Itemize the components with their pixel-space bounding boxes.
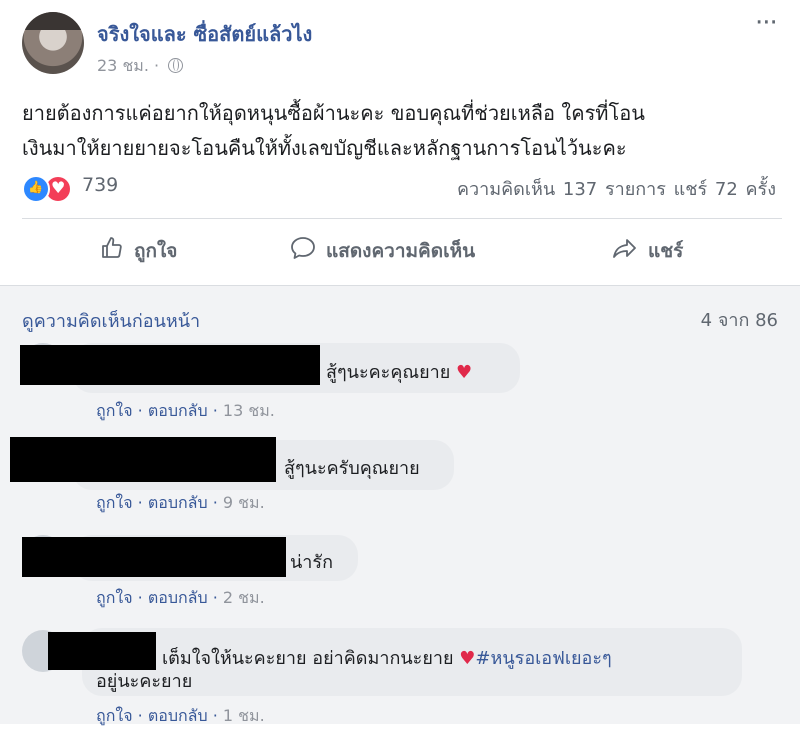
- comment-time[interactable]: 1 ชม.: [223, 706, 265, 725]
- comment-like-link[interactable]: ถูกใจ: [96, 401, 133, 420]
- share-arrow-icon: [612, 236, 638, 266]
- redacted-name: [48, 632, 156, 670]
- comment-text: สู้ๆนะคะคุณยาย ♥: [326, 357, 472, 386]
- globe-icon: [168, 58, 184, 73]
- comment-actions: ถูกใจ · ตอบกลับ · 1 ชม.: [96, 706, 265, 725]
- comments-count: 4 จาก 86: [700, 310, 778, 331]
- comment-text: เต็มใจให้นะคะยาย อย่าคิดมากนะยาย ♥#หนูรอ…: [162, 643, 732, 672]
- more-options-icon[interactable]: ···: [755, 8, 778, 38]
- hashtag-link[interactable]: #หนูรอเอฟเยอะๆ: [475, 648, 611, 669]
- comment-reply-link[interactable]: ตอบกลับ: [148, 493, 208, 512]
- post-action-bar: ถูกใจ แสดงความคิดเห็น แชร์: [22, 228, 782, 274]
- post-text: ยายต้องการแค่อยากให้อุดหนุนซื้อผ้านะคะ ข…: [22, 96, 782, 166]
- comment-text-content: น่ารัก: [290, 552, 333, 573]
- author-avatar[interactable]: [22, 12, 84, 74]
- comment-reply-link[interactable]: ตอบกลับ: [148, 706, 208, 725]
- comment-like-link[interactable]: ถูกใจ: [96, 588, 133, 607]
- divider: [0, 285, 800, 286]
- comment-actions: ถูกใจ · ตอบกลับ · 13 ชม.: [96, 401, 275, 420]
- comment-text: สู้ๆนะครับคุณยาย: [284, 453, 420, 482]
- thumbs-up-icon: [100, 236, 124, 266]
- comment-share-stats[interactable]: ความคิดเห็น 137 รายการ แชร์ 72 ครั้ง: [457, 174, 776, 203]
- comment-button[interactable]: แสดงความคิดเห็น: [290, 228, 475, 274]
- redacted-name: [22, 537, 286, 577]
- comment-text-content: เต็มใจให้นะคะยาย อย่าคิดมากนะยาย: [162, 648, 454, 669]
- redacted-name: [20, 345, 320, 385]
- comment-time[interactable]: 2 ชม.: [223, 588, 265, 607]
- comment-text-content: สู้ๆนะคะคุณยาย: [326, 362, 451, 383]
- comment-text: อยู่นะคะยาย: [96, 666, 192, 695]
- comment-icon: [290, 236, 316, 266]
- like-button[interactable]: ถูกใจ: [100, 228, 177, 274]
- comment-text: น่ารัก: [290, 547, 333, 576]
- post-time[interactable]: 23 ชม. ·: [97, 56, 159, 75]
- divider: [22, 218, 782, 219]
- post-text-line: เงินมาให้ยายยายจะโอนคืนให้ทั้งเลขบัญชีแล…: [22, 136, 627, 160]
- like-reaction-icon: [22, 175, 50, 203]
- comment-text-content: สู้ๆนะครับคุณยาย: [284, 458, 420, 479]
- heart-icon: ♥: [459, 648, 476, 669]
- comment-like-link[interactable]: ถูกใจ: [96, 493, 133, 512]
- comment-like-link[interactable]: ถูกใจ: [96, 706, 133, 725]
- comment-actions: ถูกใจ · ตอบกลับ · 9 ชม.: [96, 493, 265, 512]
- comment-actions: ถูกใจ · ตอบกลับ · 2 ชม.: [96, 588, 265, 607]
- comment-text-content: อยู่นะคะยาย: [96, 671, 193, 692]
- share-button-label: แชร์: [648, 240, 684, 262]
- redacted-name: [10, 437, 276, 482]
- reaction-count[interactable]: 739: [82, 174, 118, 196]
- comment-time[interactable]: 9 ชม.: [223, 493, 265, 512]
- share-button[interactable]: แชร์: [612, 228, 683, 274]
- comment-reply-link[interactable]: ตอบกลับ: [148, 401, 208, 420]
- comment-time[interactable]: 13 ชม.: [223, 401, 275, 420]
- comment-button-label: แสดงความคิดเห็น: [326, 240, 476, 262]
- comment-reply-link[interactable]: ตอบกลับ: [148, 588, 208, 607]
- post-meta: 23 ชม. ·: [97, 54, 184, 79]
- post-author-name[interactable]: จริงใจและ ซื่อสัตย์แล้วไง: [97, 18, 312, 50]
- heart-icon: ♥: [456, 362, 473, 383]
- view-previous-comments-link[interactable]: ดูความคิดเห็นก่อนหน้า: [22, 306, 200, 335]
- post-text-line: ยายต้องการแค่อยากให้อุดหนุนซื้อผ้านะคะ ข…: [22, 101, 645, 125]
- like-button-label: ถูกใจ: [134, 240, 178, 262]
